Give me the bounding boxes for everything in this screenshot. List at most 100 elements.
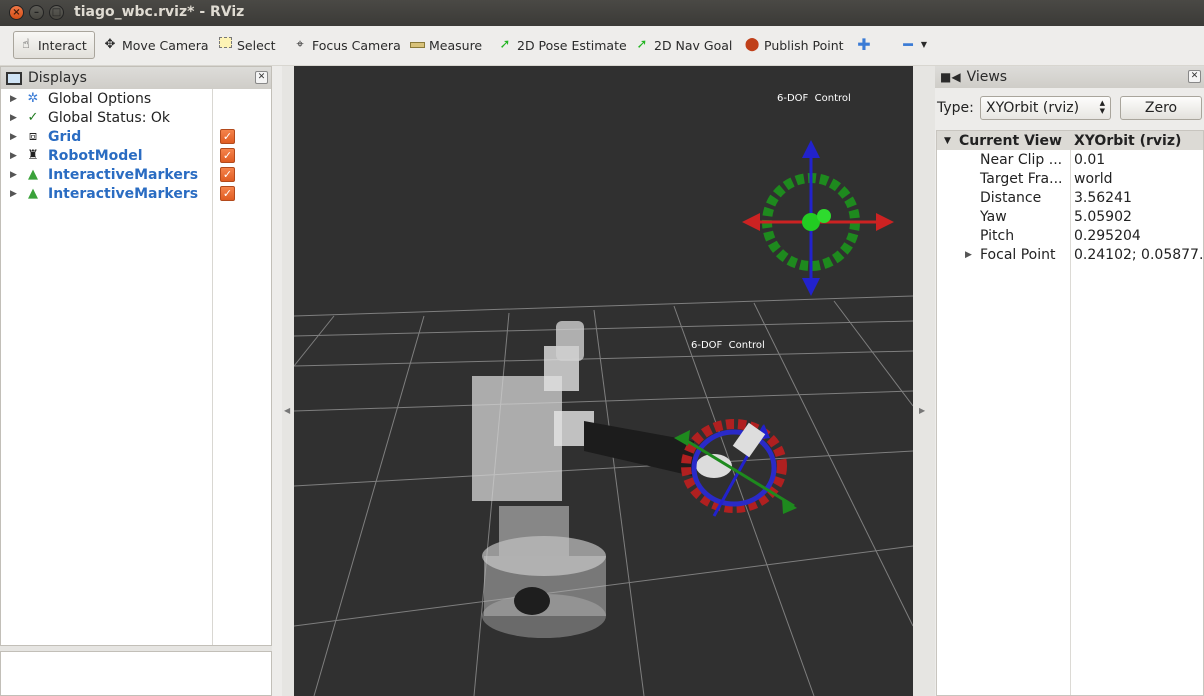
display-item-global-options[interactable]: ▶ ✲ Global Options [1, 89, 271, 108]
monitor-icon [6, 71, 22, 85]
display-item-grid[interactable]: ▶ ⧈ Grid ✓ [1, 127, 271, 146]
enable-checkbox[interactable]: ✓ [220, 148, 235, 163]
close-panel-icon[interactable]: ✕ [1188, 70, 1201, 83]
select-label: Select [237, 37, 276, 53]
current-view-value: XYOrbit (rviz) [1074, 132, 1182, 149]
expand-arrow-icon[interactable]: ▶ [10, 170, 17, 180]
view-prop-name: Distance [980, 189, 1042, 206]
crosshair-icon: ⌖ [296, 37, 304, 52]
display-item-robotmodel[interactable]: ▶ ♜ RobotModel ✓ [1, 146, 271, 165]
select-tool-button[interactable]: Select [213, 31, 280, 59]
view-prop-name: Yaw [980, 208, 1007, 225]
chevron-down-icon: ▼ [920, 40, 928, 49]
pose-estimate-tool-button[interactable]: ➚ 2D Pose Estimate [493, 31, 631, 59]
minus-icon: ━ [903, 35, 913, 54]
view-prop-value[interactable]: 5.05902 [1074, 209, 1132, 225]
expand-arrow-icon[interactable]: ▶ [10, 151, 17, 161]
marker-label-gripper: 6-DOF Control [691, 340, 765, 351]
view-prop-value[interactable]: world [1074, 171, 1113, 187]
focus-camera-tool-button[interactable]: ⌖ Focus Camera [288, 31, 405, 59]
move-camera-label: Move Camera [122, 37, 209, 53]
display-item-interactivemarkers-1[interactable]: ▶ ▲ InteractiveMarkers ✓ [1, 165, 271, 184]
marker-icon: ▲ [28, 166, 38, 182]
displays-panel-header: Displays ✕ [1, 67, 271, 89]
view-prop-row[interactable]: Distance 3.56241 [937, 188, 1203, 207]
displays-title: Displays [28, 70, 87, 86]
current-view-row[interactable]: ▼ Current View XYOrbit (rviz) [937, 131, 1203, 150]
green-arrow-icon: ➚ [636, 37, 648, 52]
display-item-label: Global Status: Ok [48, 109, 171, 126]
publish-point-tool-button[interactable]: ⬤ Publish Point [740, 31, 848, 59]
current-view-name: Current View [959, 132, 1062, 149]
display-item-label: RobotModel [48, 147, 143, 164]
view-prop-value[interactable]: 3.56241 [1074, 190, 1132, 206]
view-prop-row[interactable]: Target Fra... world [937, 169, 1203, 188]
grid-icon: ⧈ [28, 128, 38, 144]
interact-tool-button[interactable]: ☝ Interact [13, 31, 95, 59]
views-panel: ■◀ Views ✕ Type: XYOrbit (rviz) ▲ ▼ Zero … [935, 66, 1204, 696]
window-title: tiago_wbc.rviz* - RViz [74, 4, 245, 20]
spinner-arrows-icon: ▲ ▼ [1099, 99, 1105, 115]
views-panel-header: ■◀ Views ✕ [935, 66, 1204, 88]
expand-arrow-icon[interactable]: ▶ [10, 189, 17, 199]
display-item-interactivemarkers-2[interactable]: ▶ ▲ InteractiveMarkers ✓ [1, 184, 271, 203]
interact-tool-label: Interact [38, 37, 87, 53]
right-dock-splitter[interactable]: ▶ [913, 66, 935, 696]
publish-point-label: Publish Point [764, 37, 844, 53]
view-prop-row[interactable]: Yaw 5.05902 [937, 207, 1203, 226]
measure-label: Measure [429, 37, 483, 53]
displays-panel: Displays ✕ ▶ ✲ Global Options ▶ ✓ Global… [0, 66, 272, 646]
plus-icon: ✚ [857, 35, 871, 54]
view-prop-value[interactable]: 0.295204 [1074, 228, 1141, 244]
display-item-label: InteractiveMarkers [48, 166, 199, 183]
view-prop-name: Target Fra... [980, 170, 1063, 187]
move-arrows-icon: ✥ [104, 37, 116, 52]
window-minimize-button[interactable]: – [29, 5, 44, 20]
marker-gripper [674, 419, 797, 517]
checkmark-icon: ✓ [27, 109, 39, 125]
expand-arrow-icon[interactable]: ▶ [10, 94, 17, 104]
display-item-label: InteractiveMarkers [48, 185, 199, 202]
measure-tool-button[interactable]: Measure [405, 31, 486, 59]
move-camera-tool-button[interactable]: ✥ Move Camera [98, 31, 213, 59]
map-pin-icon: ⬤ [744, 37, 760, 52]
ground-grid [294, 295, 913, 696]
left-dock-splitter[interactable]: ◀ [282, 66, 294, 696]
expand-arrow-icon[interactable]: ▶ [10, 132, 17, 142]
focus-camera-label: Focus Camera [312, 37, 401, 53]
hand-cursor-icon: ☝ [22, 37, 30, 52]
collapse-arrow-icon[interactable]: ▼ [944, 136, 951, 146]
collapse-right-icon[interactable]: ▶ [919, 406, 925, 415]
view-prop-name: Focal Point [980, 246, 1056, 263]
window-close-button[interactable]: × [9, 5, 24, 20]
expand-arrow-icon[interactable]: ▶ [10, 113, 17, 123]
camera-icon: ■◀ [940, 70, 961, 84]
gear-icon: ✲ [27, 90, 39, 106]
view-type-select[interactable]: XYOrbit (rviz) ▲ ▼ [980, 96, 1111, 120]
view-prop-row[interactable]: ▶ Focal Point 0.24102; 0.05877... [937, 245, 1204, 264]
marker-label-top: 6-DOF Control [777, 93, 851, 104]
enable-checkbox[interactable]: ✓ [220, 167, 235, 182]
display-item-label: Grid [48, 128, 82, 145]
view-prop-row[interactable]: Pitch 0.295204 [937, 226, 1203, 245]
window-maximize-button[interactable]: □ [49, 5, 64, 20]
enable-checkbox[interactable]: ✓ [220, 129, 235, 144]
add-tool-button[interactable]: ✚ [852, 31, 876, 59]
collapse-left-icon[interactable]: ◀ [284, 406, 290, 415]
scene-canvas [294, 140, 913, 696]
remove-tool-button[interactable]: ━ ▼ [896, 31, 932, 59]
view-prop-value[interactable]: 0.01 [1074, 152, 1105, 168]
render-viewport[interactable]: 6-DOF Control 6-DOF Control [294, 66, 913, 696]
nav-goal-label: 2D Nav Goal [654, 37, 733, 53]
enable-checkbox[interactable]: ✓ [220, 186, 235, 201]
views-title: Views [966, 69, 1008, 85]
select-box-icon [217, 37, 233, 53]
view-prop-row[interactable]: Near Clip ... 0.01 [937, 150, 1203, 169]
nav-goal-tool-button[interactable]: ➚ 2D Nav Goal [630, 31, 736, 59]
close-panel-icon[interactable]: ✕ [255, 71, 268, 84]
expand-arrow-icon[interactable]: ▶ [965, 250, 972, 260]
zero-button[interactable]: Zero [1120, 96, 1202, 120]
view-prop-value[interactable]: 0.24102; 0.05877... [1074, 247, 1204, 263]
display-item-global-status[interactable]: ▶ ✓ Global Status: Ok [1, 108, 271, 127]
view-prop-name: Near Clip ... [980, 151, 1063, 168]
